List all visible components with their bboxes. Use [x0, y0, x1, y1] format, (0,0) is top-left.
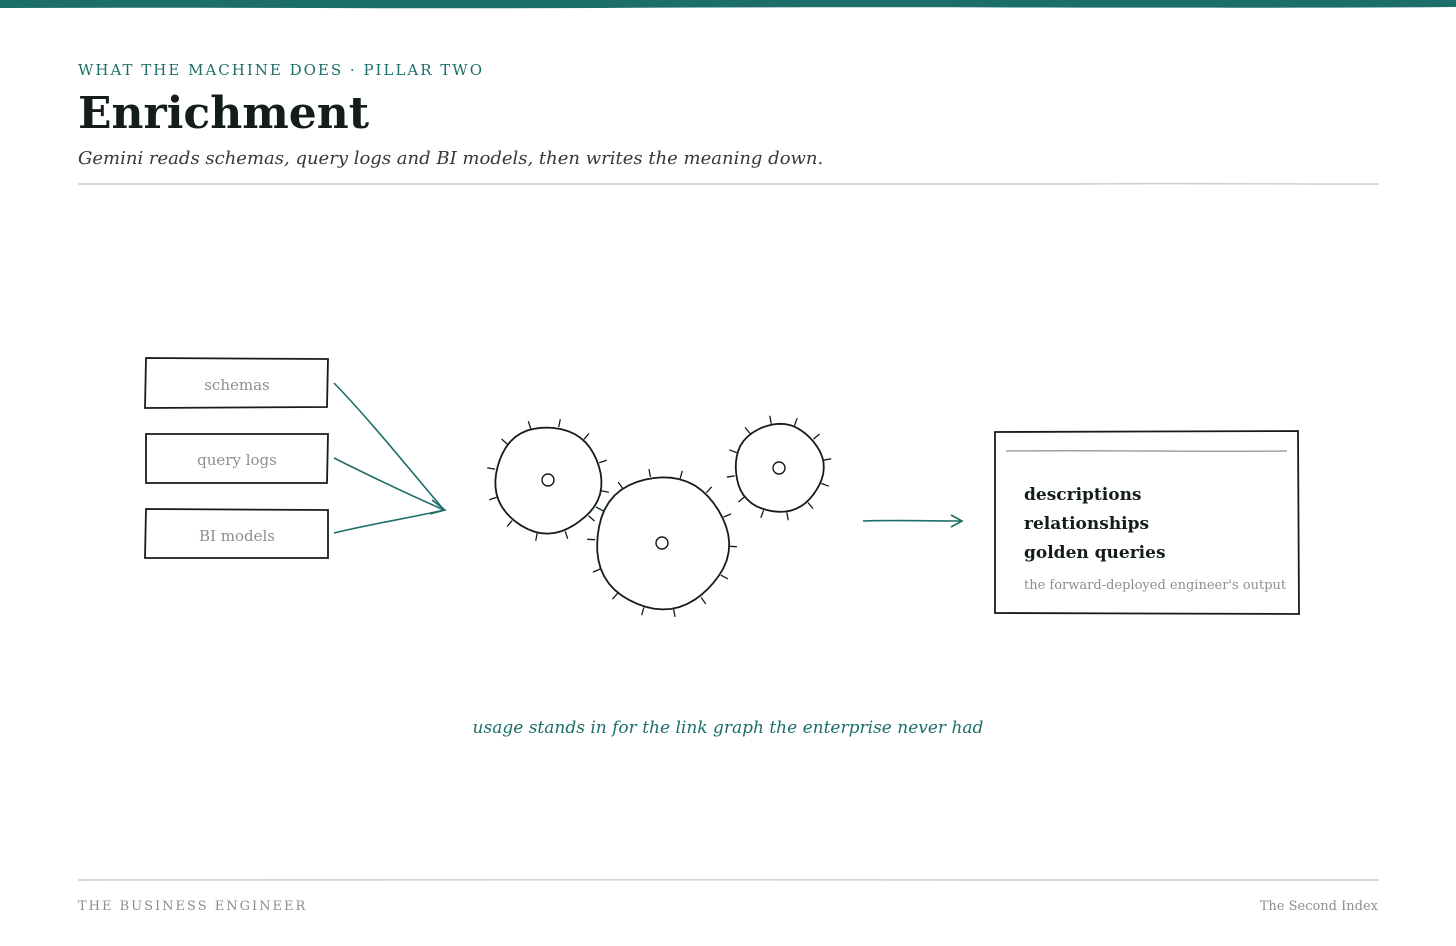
gear-small-left-axle: [541, 473, 555, 487]
input-box-schemas: schemas: [144, 357, 329, 409]
gear-large-center-tooth: [672, 608, 676, 618]
gear-small-left-tooth: [501, 438, 508, 445]
output-item-descriptions: descriptions: [1024, 485, 1142, 505]
footer-brand: THE BUSINESS ENGINEER: [78, 899, 308, 914]
gear-small-right-icon: [726, 415, 832, 521]
gear-large-center-tooth: [679, 470, 683, 479]
gear-large-center-rim: [596, 476, 731, 611]
gear-small-right-tooth: [744, 426, 751, 434]
output-item-relationships: relationships: [1024, 514, 1149, 534]
gear-small-right-tooth: [760, 510, 765, 519]
gear-icon: [487, 415, 832, 618]
arrow-from-bi-models: [333, 509, 445, 534]
gear-small-left-tooth: [588, 515, 595, 522]
input-box-query-logs: query logs: [145, 433, 329, 484]
gear-large-center-tooth: [720, 574, 729, 580]
gear-small-right-tooth: [769, 415, 772, 424]
enrichment-diagram: schemas query logs BI models description…: [144, 357, 1300, 738]
gear-small-right-tooth: [786, 512, 789, 521]
arrow-from-schemas: [333, 382, 445, 511]
gear-large-center-tooth: [700, 597, 707, 605]
gear-small-left-icon: [487, 419, 609, 541]
gear-small-left-tooth: [558, 419, 561, 428]
output-item-golden-queries: golden queries: [1024, 543, 1166, 563]
gear-small-left-tooth: [527, 420, 532, 430]
gear-small-right-tooth: [807, 502, 814, 510]
input-label-query-logs: query logs: [197, 451, 277, 469]
gear-small-right-tooth: [728, 449, 737, 454]
gear-small-left-tooth: [487, 467, 496, 470]
output-caption: the forward-deployed engineer's output: [1024, 578, 1287, 593]
gear-small-left-tooth: [600, 490, 609, 493]
gear-small-right-axle: [772, 461, 786, 475]
input-label-schemas: schemas: [204, 376, 270, 394]
gear-small-left-tooth: [564, 530, 569, 540]
footer-divider: [78, 879, 1379, 882]
gear-small-right-rim: [734, 422, 825, 513]
gear-large-center-tooth: [641, 607, 645, 616]
gear-small-left-tooth: [488, 496, 498, 501]
output-arrow: [862, 514, 964, 528]
gear-large-center-axle: [655, 536, 669, 550]
input-label-bi-models: BI models: [199, 527, 275, 545]
gear-small-right-tooth: [726, 475, 735, 478]
input-arrows: [333, 382, 447, 534]
output-document: descriptions relationships golden querie…: [994, 430, 1300, 615]
gear-small-right-tooth: [813, 433, 821, 440]
gear-small-left-tooth: [583, 433, 590, 440]
gear-large-center-tooth: [705, 486, 713, 494]
gear-large-center-tooth: [611, 592, 619, 600]
footer-series: The Second Index: [1259, 899, 1378, 914]
gear-small-left-rim: [494, 426, 603, 535]
gear-large-center-tooth: [648, 468, 652, 478]
gear-large-center-tooth: [592, 568, 601, 573]
gear-small-right-tooth: [793, 417, 798, 426]
gear-large-center-tooth: [595, 506, 604, 512]
gear-small-left-tooth: [506, 520, 513, 527]
input-box-bi-models: BI models: [144, 508, 329, 559]
gear-large-center-icon: [587, 468, 737, 618]
gear-large-center-tooth: [723, 513, 732, 518]
gear-small-right-tooth: [737, 496, 745, 503]
gear-large-center-tooth: [617, 481, 624, 489]
output-document-header-line: [1005, 450, 1288, 452]
gear-small-right-tooth: [823, 458, 832, 461]
gear-small-left-tooth: [598, 459, 608, 464]
diagram-caption: usage stands in for the link graph the e…: [473, 718, 984, 738]
arrow-from-query-logs: [333, 457, 445, 511]
gear-small-left-tooth: [535, 532, 538, 541]
gear-small-right-tooth: [821, 482, 830, 487]
